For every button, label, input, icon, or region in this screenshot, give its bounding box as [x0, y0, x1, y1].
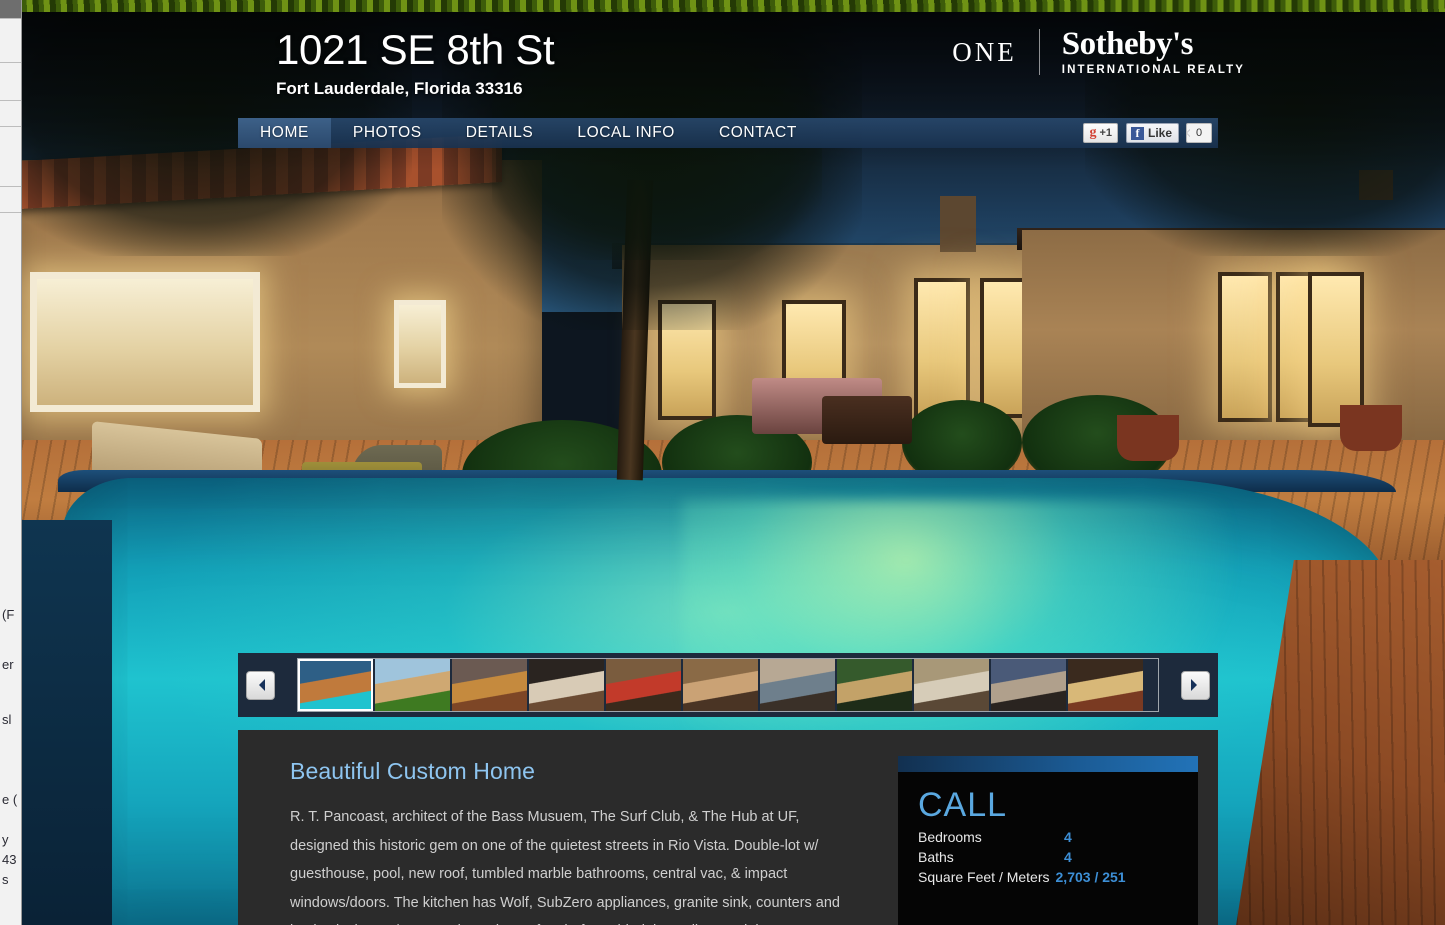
social-buttons: g +1 f Like 0	[1083, 118, 1218, 148]
google-plus-label: +1	[1099, 127, 1112, 139]
hero-lit-window	[30, 272, 260, 412]
details-card-header-bar	[898, 756, 1198, 772]
gallery-thumbnail-living-room-tv[interactable]	[991, 659, 1066, 711]
chevron-left-icon	[253, 679, 265, 691]
hero-chimney	[940, 196, 976, 252]
google-plus-icon: g	[1089, 125, 1097, 140]
background-text-fragment: 43	[2, 852, 17, 867]
detail-row: Bedrooms 4	[898, 825, 1198, 845]
brand-tagline-text: INTERNATIONAL REALTY	[1061, 64, 1245, 76]
hero-wicker-chair	[822, 396, 912, 444]
background-window[interactable]: y 43 (F er sl e ( s	[0, 0, 22, 925]
gallery-thumbnail-kitchen-wide[interactable]	[1068, 659, 1143, 711]
nav-item-photos[interactable]: PHOTOS	[331, 118, 444, 148]
background-text-fragment: sl	[2, 712, 12, 727]
google-plus-one-button[interactable]: g +1	[1083, 123, 1118, 143]
detail-value: 2,703 / 251	[1055, 869, 1126, 885]
background-text-fragment: s	[2, 872, 9, 887]
detail-row: Square Feet / Meters 2,703 / 251	[898, 865, 1198, 885]
nav-item-home[interactable]: HOME	[238, 118, 331, 148]
main-navigation: HOME PHOTOS DETAILS LOCAL INFO CONTACT g +1 …	[238, 118, 1218, 148]
hero-glowing-door	[1308, 272, 1364, 427]
detail-rows: Bedrooms 4 Baths 4 Square Feet / Meters 2,703…	[898, 825, 1198, 885]
brand-one-text: ONE	[952, 36, 1017, 67]
brand-logo[interactable]: ONE Sotheby's INTERNATIONAL REALTY	[952, 28, 1245, 77]
site-header: 1021 SE 8th St Fort Lauderdale, Florida …	[22, 0, 1445, 118]
hero-left-water-edge	[22, 520, 112, 925]
background-text-fragment: er	[2, 657, 14, 672]
gallery-thumbnail-bedroom-master[interactable]	[760, 659, 835, 711]
gallery-thumbnail-guesthouse-exterior[interactable]	[837, 659, 912, 711]
property-website: 1021 SE 8th St Fort Lauderdale, Florida …	[22, 0, 1445, 925]
thumbnail-strip	[297, 658, 1159, 712]
description-title: Beautiful Custom Home	[290, 758, 535, 784]
gallery-prev-button[interactable]	[246, 670, 275, 700]
gallery-thumbnail-pool-exterior-dusk[interactable]	[298, 659, 373, 711]
nav-item-details[interactable]: DETAILS	[444, 118, 556, 148]
background-text-fragment: (F	[2, 607, 15, 622]
call-heading: CALL	[918, 786, 1008, 824]
chevron-right-icon	[1191, 679, 1203, 691]
detail-label: Baths	[918, 849, 954, 865]
facebook-like-button[interactable]: f Like	[1125, 123, 1179, 143]
detail-value: 4	[1064, 829, 1072, 845]
property-address: Fort Lauderdale, Florida 33316	[276, 79, 523, 98]
gallery-thumbnail-dining-room[interactable]	[683, 659, 758, 711]
hero-glowing-door	[1218, 272, 1272, 422]
description-body: R. T. Pancoast, architect of the Bass Mu…	[290, 809, 840, 925]
details-card: CALL Bedrooms 4 Baths 4 Square Feet / Meters…	[898, 756, 1198, 925]
facebook-like-label: Like	[1147, 126, 1172, 140]
background-text-fragment: y	[2, 832, 9, 847]
gallery-thumbnail-billiards-room[interactable]	[606, 659, 681, 711]
gallery-next-button[interactable]	[1181, 670, 1210, 700]
nav-item-contact[interactable]: CONTACT	[697, 118, 819, 148]
detail-row: Baths 4	[898, 845, 1198, 865]
brand-divider	[1038, 29, 1040, 76]
details-sidebar: CALL Bedrooms 4 Baths 4 Square Feet / Meters…	[898, 730, 1218, 925]
gallery-thumbnail-lawn-front-yard[interactable]	[375, 659, 450, 711]
hero-lit-window-small	[394, 300, 446, 388]
detail-label: Bedrooms	[918, 829, 982, 845]
facebook-like-widget[interactable]: f Like 0	[1125, 123, 1212, 143]
gallery-thumbnail-covered-patio-lounge[interactable]	[452, 659, 527, 711]
hero-planter-pot	[1117, 415, 1179, 461]
hero-glowing-door	[914, 278, 970, 418]
gallery-thumbnail-bathroom-marble[interactable]	[914, 659, 989, 711]
brand-sothebys-text: Sotheby's	[1061, 26, 1194, 62]
detail-label: Square Feet / Meters	[918, 869, 1050, 885]
facebook-like-count: 0	[1186, 123, 1212, 143]
gallery-thumbnail-kitchen-granite[interactable]	[529, 659, 604, 711]
thumbnail-gallery	[238, 653, 1218, 717]
page-title: 1021 SE 8th St	[276, 26, 555, 73]
description-section: Beautiful Custom Home R. T. Pancoast, ar…	[238, 730, 898, 925]
content-panel: Beautiful Custom Home R. T. Pancoast, ar…	[238, 730, 1218, 925]
facebook-f-icon: f	[1130, 126, 1144, 140]
background-text-fragment: e (	[2, 792, 18, 807]
nav-item-local-info[interactable]: LOCAL INFO	[555, 118, 697, 148]
hero-planter-pot	[1340, 405, 1402, 451]
detail-value: 4	[1064, 849, 1072, 865]
